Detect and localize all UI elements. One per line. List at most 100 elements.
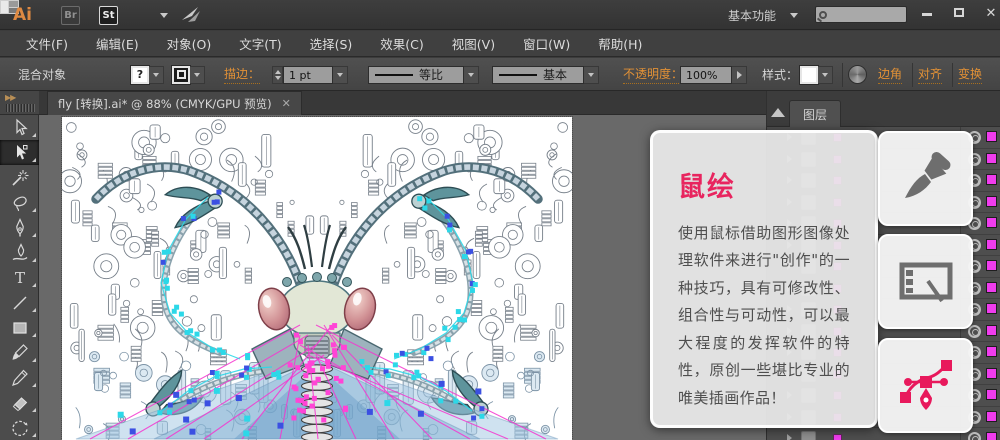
tool-pencil[interactable] [0, 365, 39, 390]
menu-help[interactable]: 帮助(H) [584, 31, 656, 56]
width-profile-value: 等比 [419, 66, 443, 83]
menu-window[interactable]: 窗口(W) [509, 31, 584, 56]
selection-square[interactable] [986, 260, 997, 271]
pen-tool-icon [10, 218, 30, 238]
tool-magic-wand[interactable] [0, 165, 39, 190]
transform-link[interactable]: 变换 [958, 65, 982, 84]
opacity-input[interactable]: 100% [680, 66, 732, 84]
selection-square[interactable] [986, 282, 997, 293]
rectangle-tool-icon [10, 318, 30, 338]
selection-square[interactable] [986, 389, 997, 400]
illustrator-window: Ai Br St 基本功能 ✕ 文件(F) 编辑(E) 对象(O) 文字(T) … [0, 0, 1000, 440]
search-icon [819, 11, 827, 19]
lasso-tool-icon [10, 193, 30, 213]
document-tab-bar: fly [转换].ai* @ 88% (CMYK/GPU 预览) ✕ [39, 91, 766, 115]
mechanical-insect-artwork[interactable] [62, 117, 572, 440]
align-link[interactable]: 对齐 [918, 65, 942, 84]
fill-swatch[interactable]: ? [131, 66, 149, 84]
app-logo-icon: Ai [13, 5, 32, 25]
stroke-panel-link[interactable]: 描边： [224, 65, 260, 84]
tool-lasso[interactable] [0, 190, 39, 215]
line-tool-icon [10, 293, 30, 313]
stroke-dropdown-button[interactable] [190, 66, 205, 84]
rotate-tool-icon [10, 418, 30, 438]
layers-tab[interactable]: 图层 [789, 100, 841, 127]
tool-rectangle[interactable] [0, 315, 39, 340]
share-rocket-icon[interactable] [180, 5, 202, 25]
stroke-weight-dropdown[interactable] [333, 66, 348, 84]
tool-pen[interactable] [0, 215, 39, 240]
menu-view[interactable]: 视图(V) [438, 31, 509, 56]
menu-select[interactable]: 选择(S) [296, 31, 367, 56]
disclosure-icon[interactable] [787, 434, 792, 440]
selection-square[interactable] [986, 325, 997, 336]
stroke-weight-input[interactable]: 1 pt [283, 66, 333, 84]
layer-thumbnail[interactable] [801, 431, 816, 440]
tool-selection[interactable] [0, 115, 39, 140]
stroke-swatch[interactable] [172, 66, 190, 84]
fill-dropdown-button[interactable] [149, 66, 164, 84]
document-tab[interactable]: fly [转换].ai* @ 88% (CMYK/GPU 预览) ✕ [47, 91, 302, 115]
drawing-tablet-card[interactable] [878, 234, 973, 329]
bezier-pen-card[interactable] [878, 338, 973, 433]
minimize-button[interactable] [916, 6, 938, 22]
selection-square[interactable] [986, 217, 997, 228]
selection-square[interactable] [986, 131, 997, 142]
target-icon[interactable] [968, 325, 981, 338]
menu-bar: 文件(F) 编辑(E) 对象(O) 文字(T) 选择(S) 效果(C) 视图(V… [0, 31, 1000, 57]
recolor-artwork-icon[interactable] [848, 65, 867, 84]
tool-paintbrush[interactable] [0, 340, 39, 365]
selection-square[interactable] [986, 303, 997, 314]
selection-square[interactable] [986, 239, 997, 250]
style-dropdown[interactable] [818, 66, 833, 84]
tool-rotate[interactable] [0, 415, 39, 440]
selection-square[interactable] [986, 368, 997, 379]
paintbrush-tool-icon [10, 343, 30, 363]
menu-edit[interactable]: 编辑(E) [82, 31, 153, 56]
tool-type[interactable]: T [0, 265, 39, 290]
arrange-documents-caret-icon[interactable] [160, 13, 168, 18]
target-icon[interactable] [968, 432, 981, 440]
tool-direct-selection[interactable] [0, 140, 39, 165]
maximize-button[interactable] [948, 6, 970, 22]
collapse-tools-icon[interactable]: ▶▶ [5, 93, 15, 102]
corners-link[interactable]: 边角 [878, 65, 902, 84]
paintbrush-icon [897, 150, 955, 208]
stroke-weight-stepper[interactable] [272, 66, 283, 84]
opacity-panel-link[interactable]: 不透明度： [623, 65, 683, 84]
selection-square[interactable] [986, 174, 997, 185]
style-swatch[interactable] [800, 66, 818, 84]
tab-close-icon[interactable]: ✕ [282, 97, 291, 110]
menu-object[interactable]: 对象(O) [153, 31, 226, 56]
card-body: 使用鼠标借助图形图像处理软件来进行"创作"的一种技巧，具有可修改性、组合性与可动… [678, 220, 850, 412]
menu-file[interactable]: 文件(F) [12, 31, 82, 56]
tool-anchor-pen[interactable] [0, 240, 39, 265]
menu-type[interactable]: 文字(T) [225, 31, 295, 56]
svg-text:T: T [14, 269, 24, 287]
artboard[interactable] [62, 117, 572, 440]
context-label: 混合对象 [18, 66, 66, 83]
width-profile-dropdown[interactable] [464, 66, 479, 84]
pencil-tool-icon [10, 368, 30, 388]
tool-eraser[interactable] [0, 390, 39, 415]
stock-button[interactable]: St [99, 6, 118, 25]
paintbrush-card[interactable] [878, 131, 973, 226]
width-profile-select[interactable]: 等比 [368, 66, 464, 84]
collapse-panel-icon[interactable] [771, 108, 785, 117]
search-input[interactable] [815, 6, 907, 23]
type-tool-icon: T [10, 268, 30, 288]
tool-line-segment[interactable] [0, 290, 39, 315]
bridge-button[interactable]: Br [61, 6, 80, 25]
close-button[interactable]: ✕ [980, 6, 1000, 22]
selection-square[interactable] [986, 153, 997, 164]
opacity-dropdown[interactable] [732, 66, 747, 84]
selection-square[interactable] [986, 196, 997, 207]
workspace-caret-icon[interactable] [790, 13, 798, 18]
selection-square[interactable] [986, 432, 997, 440]
selection-square[interactable] [986, 411, 997, 422]
workspace-switcher[interactable]: 基本功能 [728, 7, 776, 24]
bezier-pen-icon [896, 356, 956, 416]
menu-effect[interactable]: 效果(C) [366, 31, 437, 56]
selection-square[interactable] [986, 346, 997, 357]
tools-panel-header[interactable]: ▶▶ [0, 91, 39, 115]
